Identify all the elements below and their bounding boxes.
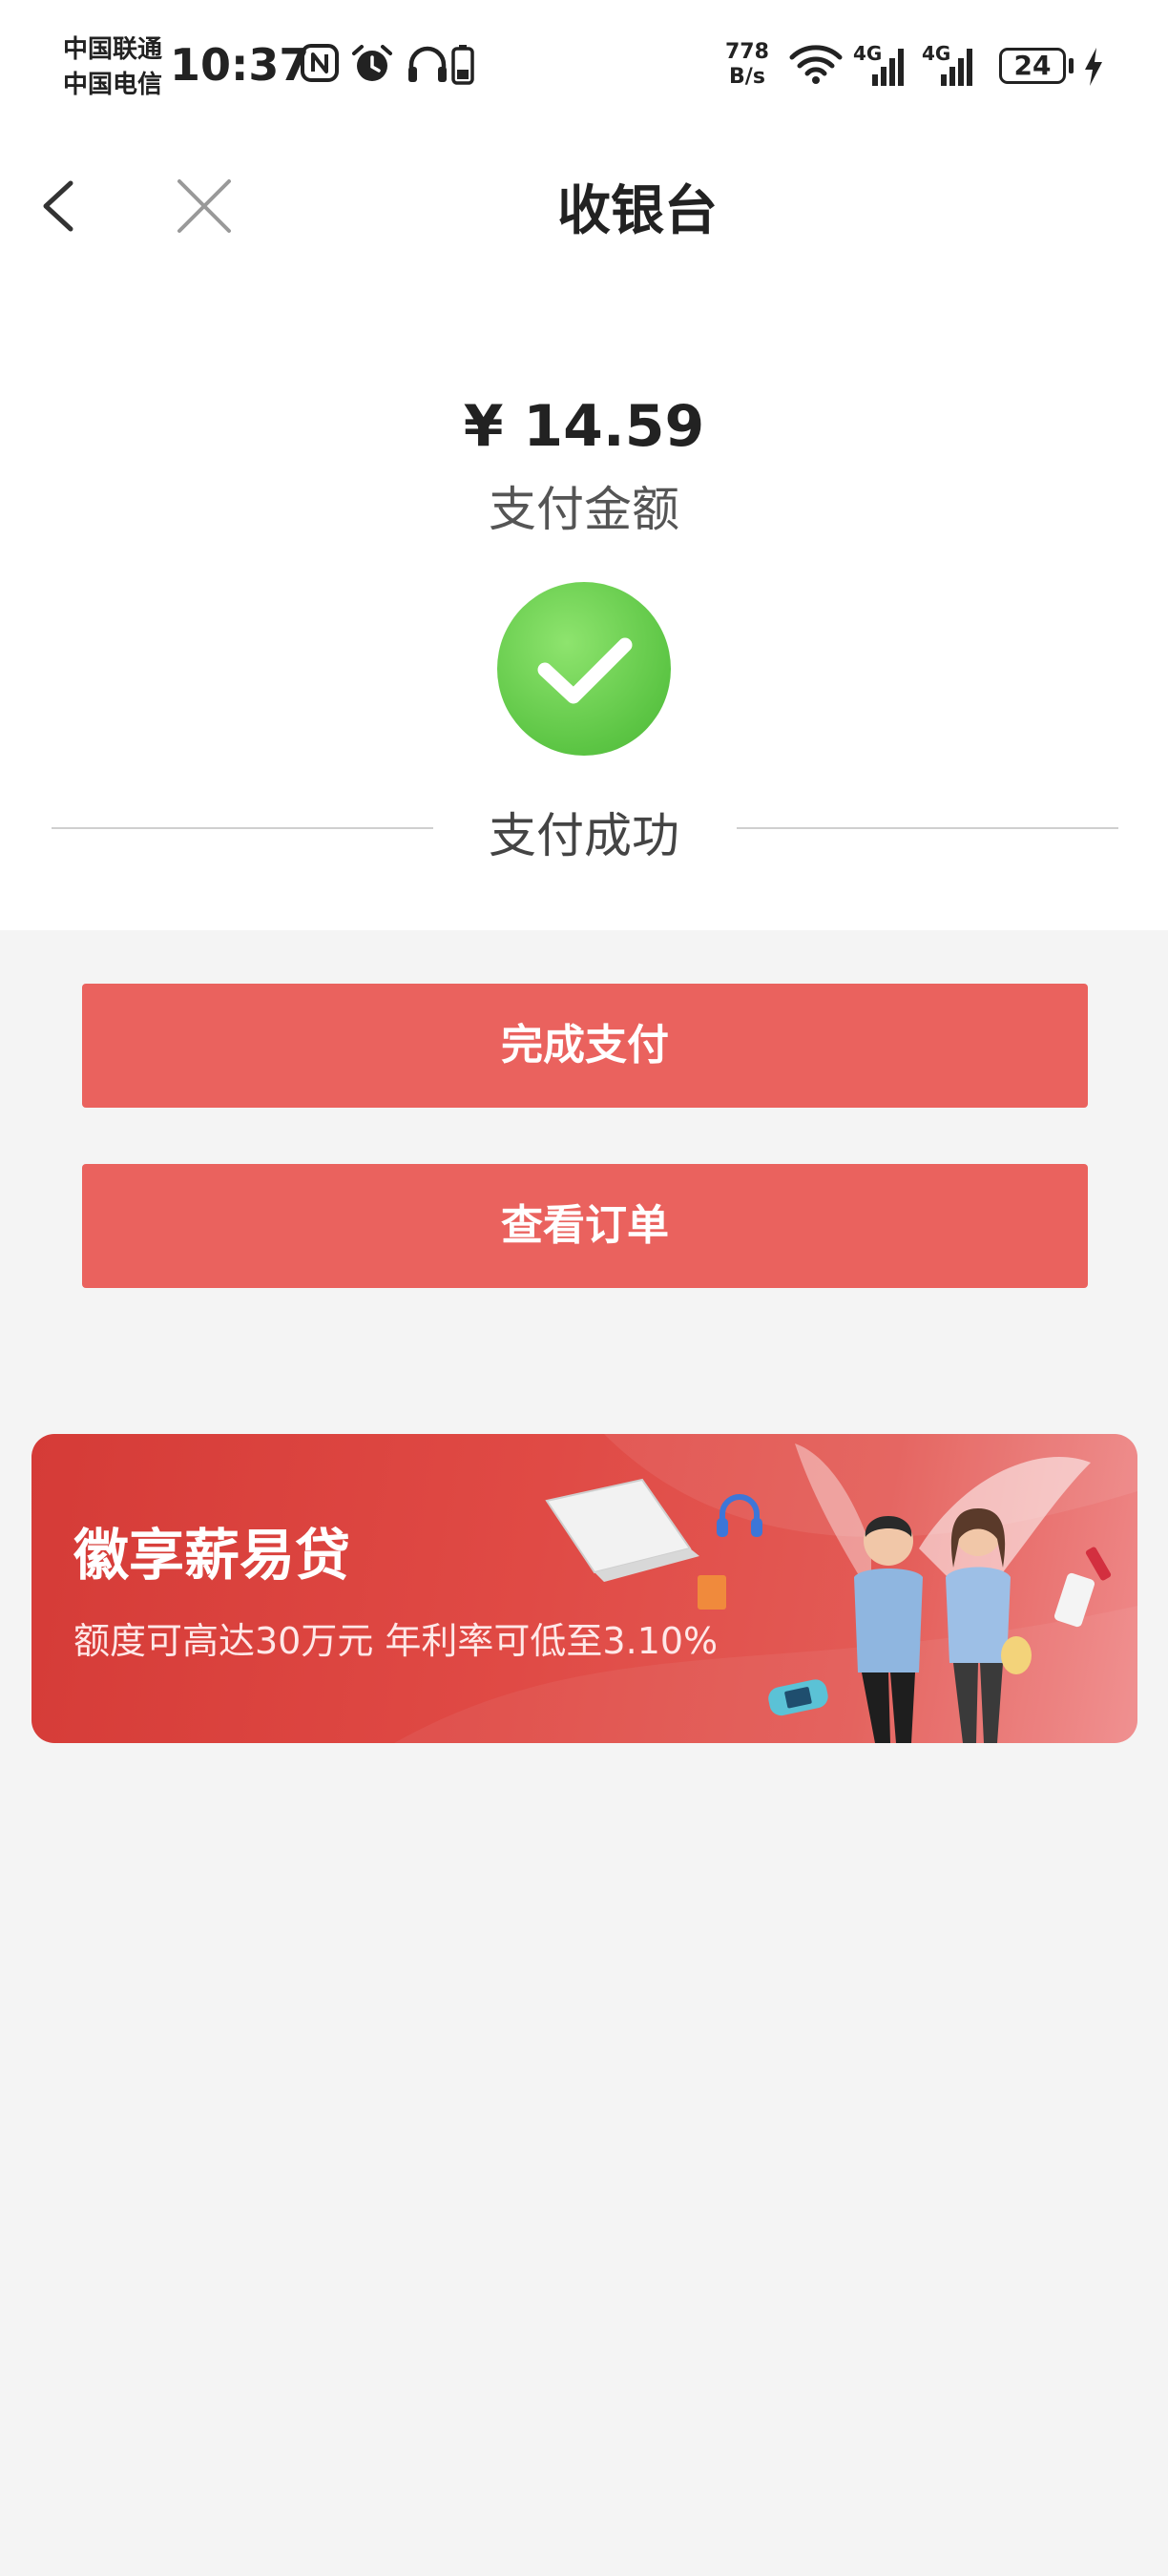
lipstick-icon [1085, 1547, 1112, 1581]
headphones-icon [408, 46, 447, 82]
battery-small-icon [451, 45, 474, 85]
alarm-icon [352, 45, 392, 81]
charging-icon [1085, 48, 1102, 86]
laptop-icon [545, 1478, 699, 1582]
payment-status-text: 支付成功 [489, 808, 679, 863]
battery-tip [1069, 58, 1074, 73]
signal-icon [941, 49, 972, 86]
success-badge [497, 582, 671, 756]
banner-subtitle: 额度可高达30万元 年利率可低至3.10% [73, 1620, 719, 1662]
payment-amount: ¥ 14.59 [463, 393, 705, 460]
loan-promo-banner[interactable]: 徽享薪易贷 额度可高达30万元 年利率可低至3.10% [31, 1434, 1137, 1743]
carrier-2: 中国电信 [63, 71, 163, 99]
payment-summary-panel [0, 0, 1168, 930]
carrier-names: 中国联通 中国电信 [63, 32, 162, 103]
speed-unit: B/s [729, 65, 765, 89]
check-icon [537, 637, 633, 704]
status-time: 10:37 [170, 39, 310, 91]
shopping-bag-icon [698, 1575, 726, 1610]
banner-title: 徽享薪易贷 [73, 1523, 351, 1588]
complete-payment-button[interactable]: 完成支付 [82, 984, 1088, 1108]
signal-icon [872, 49, 904, 86]
view-order-button[interactable]: 查看订单 [82, 1164, 1088, 1288]
payment-amount-label: 支付金额 [489, 482, 679, 537]
battery-icon: 24 [999, 48, 1066, 84]
battery-level: 24 [1013, 50, 1052, 81]
page-title: 收银台 [557, 180, 718, 242]
carrier-1: 中国联通 [63, 35, 163, 64]
wifi-icon [789, 45, 843, 84]
network-speed: 778 B/s [725, 40, 769, 90]
nfc-icon [301, 44, 339, 82]
status-bar: 中国联通 中国电信 10:37 778 B/s 4G 4G 24 [0, 0, 1168, 134]
perfume-icon [1001, 1636, 1032, 1674]
speed-value: 778 [725, 40, 769, 64]
